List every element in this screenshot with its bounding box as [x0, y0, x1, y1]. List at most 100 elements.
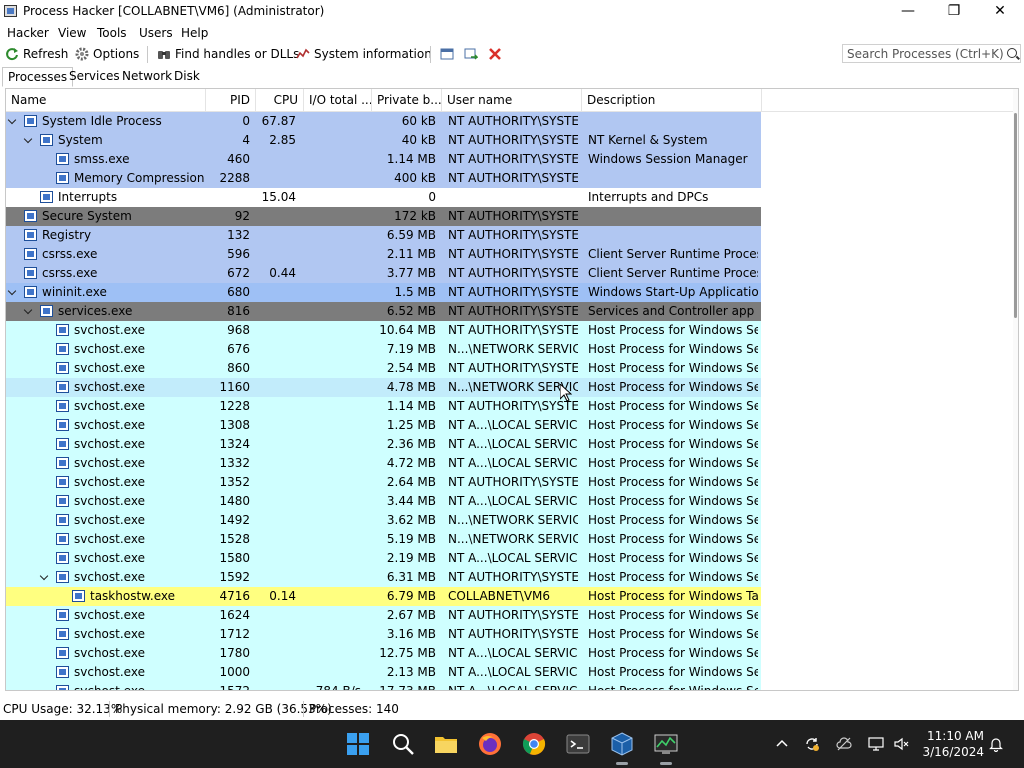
options-button[interactable]: Options	[75, 46, 139, 62]
process-name-cell: svchost.exe	[6, 568, 206, 587]
process-row[interactable]: svchost.exe 1352 2.64 MB NT AUTHORITY\SYSTE…	[6, 473, 761, 492]
chrome-icon[interactable]	[522, 732, 546, 756]
process-row[interactable]: svchost.exe 1572 784 B/s 17.73 MB NT A...\LO…	[6, 682, 761, 690]
process-row[interactable]: svchost.exe 1624 2.67 MB NT AUTHORITY\SYSTE…	[6, 606, 761, 625]
process-pid: 132	[227, 228, 250, 242]
find-window-button[interactable]	[464, 46, 482, 62]
system-clock[interactable]: 11:10 AM 3/16/2024	[914, 728, 984, 760]
process-io-total	[301, 625, 361, 644]
firefox-icon[interactable]	[478, 732, 502, 756]
chevron-down-icon[interactable]	[24, 302, 34, 321]
search-input[interactable]	[843, 45, 1005, 62]
chevron-up-icon[interactable]	[774, 736, 790, 752]
process-row[interactable]: services.exe 816 6.52 MB NT AUTHORITY\SYSTE…	[6, 302, 761, 321]
process-row[interactable]: svchost.exe 1712 3.16 MB NT AUTHORITY\SYSTE…	[6, 625, 761, 644]
column-name[interactable]: Name	[6, 89, 206, 111]
notification-bell-icon[interactable]	[988, 736, 1004, 753]
terminate-button[interactable]	[488, 46, 506, 62]
process-row[interactable]: System Idle Process 0 67.87 60 kB NT AUTHORI…	[6, 112, 761, 131]
process-name: System Idle Process	[42, 114, 162, 128]
cloud-icon[interactable]	[836, 736, 852, 752]
tab-processes[interactable]: Processes	[2, 67, 74, 87]
tab-network[interactable]: Network	[122, 69, 172, 83]
find-handles-button[interactable]: Find handles or DLLs	[157, 46, 299, 62]
process-row[interactable]: System 4 2.85 40 kB NT AUTHORITY\SYSTEM NT Ke…	[6, 131, 761, 150]
column-pid[interactable]: PID	[206, 89, 256, 111]
refresh-button[interactable]: Refresh	[5, 46, 68, 62]
process-row[interactable]: svchost.exe 676 7.19 MB N...\NETWORK SERVIC…	[6, 340, 761, 359]
process-row[interactable]: wininit.exe 680 1.5 MB NT AUTHORITY\SYSTEM W…	[6, 283, 761, 302]
process-pid: 968	[227, 323, 250, 337]
virtualbox-icon[interactable]	[610, 732, 634, 765]
system-information-button[interactable]: System information	[296, 46, 432, 62]
process-row[interactable]: svchost.exe 968 10.64 MB NT AUTHORITY\SYSTE…	[6, 321, 761, 340]
process-row[interactable]: svchost.exe 860 2.54 MB NT AUTHORITY\SYSTEM…	[6, 359, 761, 378]
menu-hacker[interactable]: Hacker	[7, 26, 49, 40]
process-row[interactable]: Interrupts 15.04 0 Interrupts and DPCs	[6, 188, 761, 207]
process-io-total	[301, 264, 361, 283]
process-row[interactable]: svchost.exe 1780 12.75 MB NT A...\LOCAL SER…	[6, 644, 761, 663]
search-icon[interactable]	[391, 732, 415, 756]
chevron-down-icon[interactable]	[40, 568, 50, 587]
chevron-down-icon[interactable]	[8, 283, 18, 302]
column-cpu[interactable]: CPU	[256, 89, 304, 111]
sync-icon[interactable]	[804, 736, 820, 752]
process-cpu	[256, 511, 296, 530]
process-row[interactable]: svchost.exe 1528 5.19 MB N...\NETWORK SERVI…	[6, 530, 761, 549]
scrollbar-thumb[interactable]	[1014, 113, 1017, 318]
options-label: Options	[93, 47, 140, 61]
process-name: svchost.exe	[74, 532, 145, 546]
tab-services[interactable]: Services	[69, 69, 120, 83]
process-description: Host Process for Windows Ser...	[588, 627, 758, 641]
chevron-down-icon[interactable]	[8, 112, 18, 131]
minimize-button[interactable]: —	[885, 0, 931, 23]
process-row[interactable]: taskhostw.exe 4716 0.14 6.79 MB COLLABNET\VM…	[6, 587, 761, 606]
column-user-name[interactable]: User name	[442, 89, 582, 111]
process-row[interactable]: svchost.exe 1592 6.31 MB NT AUTHORITY\SYSTE…	[6, 568, 761, 587]
file-explorer-icon[interactable]	[434, 732, 458, 756]
process-user-name: NT A...\LOCAL SERVICE	[448, 551, 578, 565]
process-row[interactable]: Secure System 92 172 kB NT AUTHORITY\SYSTEM	[6, 207, 761, 226]
chevron-down-icon[interactable]	[24, 131, 34, 150]
column-description[interactable]: Description	[582, 89, 762, 111]
speaker-muted-icon[interactable]	[893, 736, 909, 752]
process-row[interactable]: Memory Compression 2288 400 kB NT AUTHORITY…	[6, 169, 761, 188]
process-cpu	[256, 473, 296, 492]
process-pid: 1780	[219, 646, 250, 660]
process-row[interactable]: svchost.exe 1324 2.36 MB NT A...\LOCAL SERV…	[6, 435, 761, 454]
process-row[interactable]: svchost.exe 1160 4.78 MB N...\NETWORK SERVI…	[6, 378, 761, 397]
search-icon[interactable]	[1007, 48, 1017, 58]
process-row[interactable]: svchost.exe 1000 2.13 MB NT A...\LOCAL SERV…	[6, 663, 761, 682]
column-private-bytes[interactable]: Private b...	[372, 89, 442, 111]
network-icon[interactable]	[868, 736, 884, 752]
maximize-button[interactable]: ❐	[931, 0, 977, 23]
menu-help[interactable]: Help	[181, 26, 208, 40]
search-box	[842, 44, 1021, 63]
process-hacker-icon[interactable]	[654, 732, 678, 765]
start-icon[interactable]	[346, 732, 370, 756]
process-row[interactable]: Registry 132 6.59 MB NT AUTHORITY\SYSTEM	[6, 226, 761, 245]
menu-users[interactable]: Users	[139, 26, 173, 40]
process-row[interactable]: svchost.exe 1228 1.14 MB NT AUTHORITY\SYSTE…	[6, 397, 761, 416]
process-row[interactable]: svchost.exe 1308 1.25 MB NT A...\LOCAL SERV…	[6, 416, 761, 435]
process-tree[interactable]: Name PID CPU I/O total ... Private b... …	[5, 88, 1019, 691]
column-io-total[interactable]: I/O total ...	[304, 89, 372, 111]
process-row[interactable]: smss.exe 460 1.14 MB NT AUTHORITY\SYSTEM Win…	[6, 150, 761, 169]
process-row[interactable]: svchost.exe 1492 3.62 MB N...\NETWORK SERVI…	[6, 511, 761, 530]
process-private-bytes: 1.5 MB	[394, 285, 436, 299]
menu-tools[interactable]: Tools	[97, 26, 127, 40]
process-user-name: NT AUTHORITY\SYSTEM	[448, 361, 578, 375]
process-name: svchost.exe	[74, 437, 145, 451]
process-row[interactable]: svchost.exe 1332 4.72 MB NT A...\LOCAL SERV…	[6, 454, 761, 473]
close-button[interactable]: ✕	[977, 0, 1023, 23]
tab-disk[interactable]: Disk	[174, 69, 200, 83]
window-button[interactable]	[440, 46, 458, 62]
process-description: Host Process for Windows Ser...	[588, 323, 758, 337]
menu-view[interactable]: View	[58, 26, 86, 40]
process-row[interactable]: csrss.exe 596 2.11 MB NT AUTHORITY\SYSTEM Cl…	[6, 245, 761, 264]
process-row[interactable]: svchost.exe 1580 2.19 MB NT A...\LOCAL SERV…	[6, 549, 761, 568]
process-row[interactable]: svchost.exe 1480 3.44 MB NT A...\LOCAL SERV…	[6, 492, 761, 511]
terminal-icon[interactable]	[566, 732, 590, 756]
process-row[interactable]: csrss.exe 672 0.44 3.77 MB NT AUTHORITY\SYST…	[6, 264, 761, 283]
process-user-name: NT AUTHORITY\SYSTEM	[448, 475, 578, 489]
